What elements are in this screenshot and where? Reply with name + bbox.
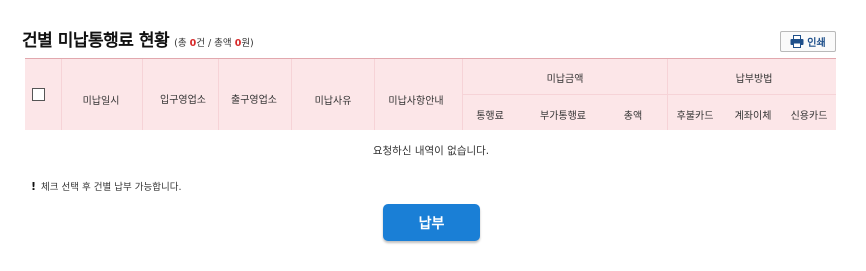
col-postpaid-card: 후불카드 — [676, 111, 714, 122]
summary-mid: 건 / 총액 — [196, 38, 235, 49]
col-credit-card: 신용카드 — [790, 111, 828, 122]
col-entry: 입구영업소 — [160, 95, 206, 106]
column-divider — [218, 59, 219, 130]
column-divider — [61, 59, 62, 130]
col-total: 총액 — [623, 111, 643, 122]
col-date: 미납일시 — [82, 96, 120, 107]
column-divider — [374, 59, 375, 130]
summary-text: (총 0건 / 총액 0원) — [174, 35, 254, 49]
col-toll: 통행료 — [476, 111, 504, 122]
notice-text: 체크 선택 후 건별 납부 가능합니다. — [41, 182, 182, 193]
page-title: 건별 미납통행료 현황 — [22, 31, 170, 51]
page-header: 건별 미납통행료 현황 (총 0건 / 총액 0원) — [22, 26, 254, 51]
column-divider — [142, 59, 143, 130]
table-header: 미납일시 입구영업소 출구영업소 미납사유 미납사항안내 미납금액 통행료 부가… — [25, 58, 836, 130]
pay-button[interactable]: 납부 — [383, 204, 480, 241]
col-group-amount: 미납금액 — [546, 74, 584, 85]
group-divider — [462, 94, 836, 95]
col-extra-toll: 부가통행료 — [540, 111, 586, 122]
summary-prefix: (총 — [174, 38, 190, 49]
summary-suffix: 원) — [241, 38, 254, 49]
empty-message: 요청하신 내역이 없습니다. — [372, 145, 490, 157]
notice: ! 체크 선택 후 건별 납부 가능합니다. — [31, 179, 182, 194]
printer-icon — [790, 35, 804, 48]
print-button[interactable]: 인쇄 — [780, 31, 836, 52]
select-all-checkbox[interactable] — [32, 88, 45, 101]
col-transfer: 계좌이체 — [734, 111, 772, 122]
print-label: 인쇄 — [807, 38, 826, 49]
col-exit: 출구영업소 — [231, 95, 277, 106]
alert-icon: ! — [31, 179, 37, 193]
col-guide: 미납사항안내 — [388, 96, 444, 107]
column-divider — [291, 59, 292, 130]
col-reason: 미납사유 — [314, 96, 352, 107]
col-group-method: 납부방법 — [735, 74, 773, 85]
